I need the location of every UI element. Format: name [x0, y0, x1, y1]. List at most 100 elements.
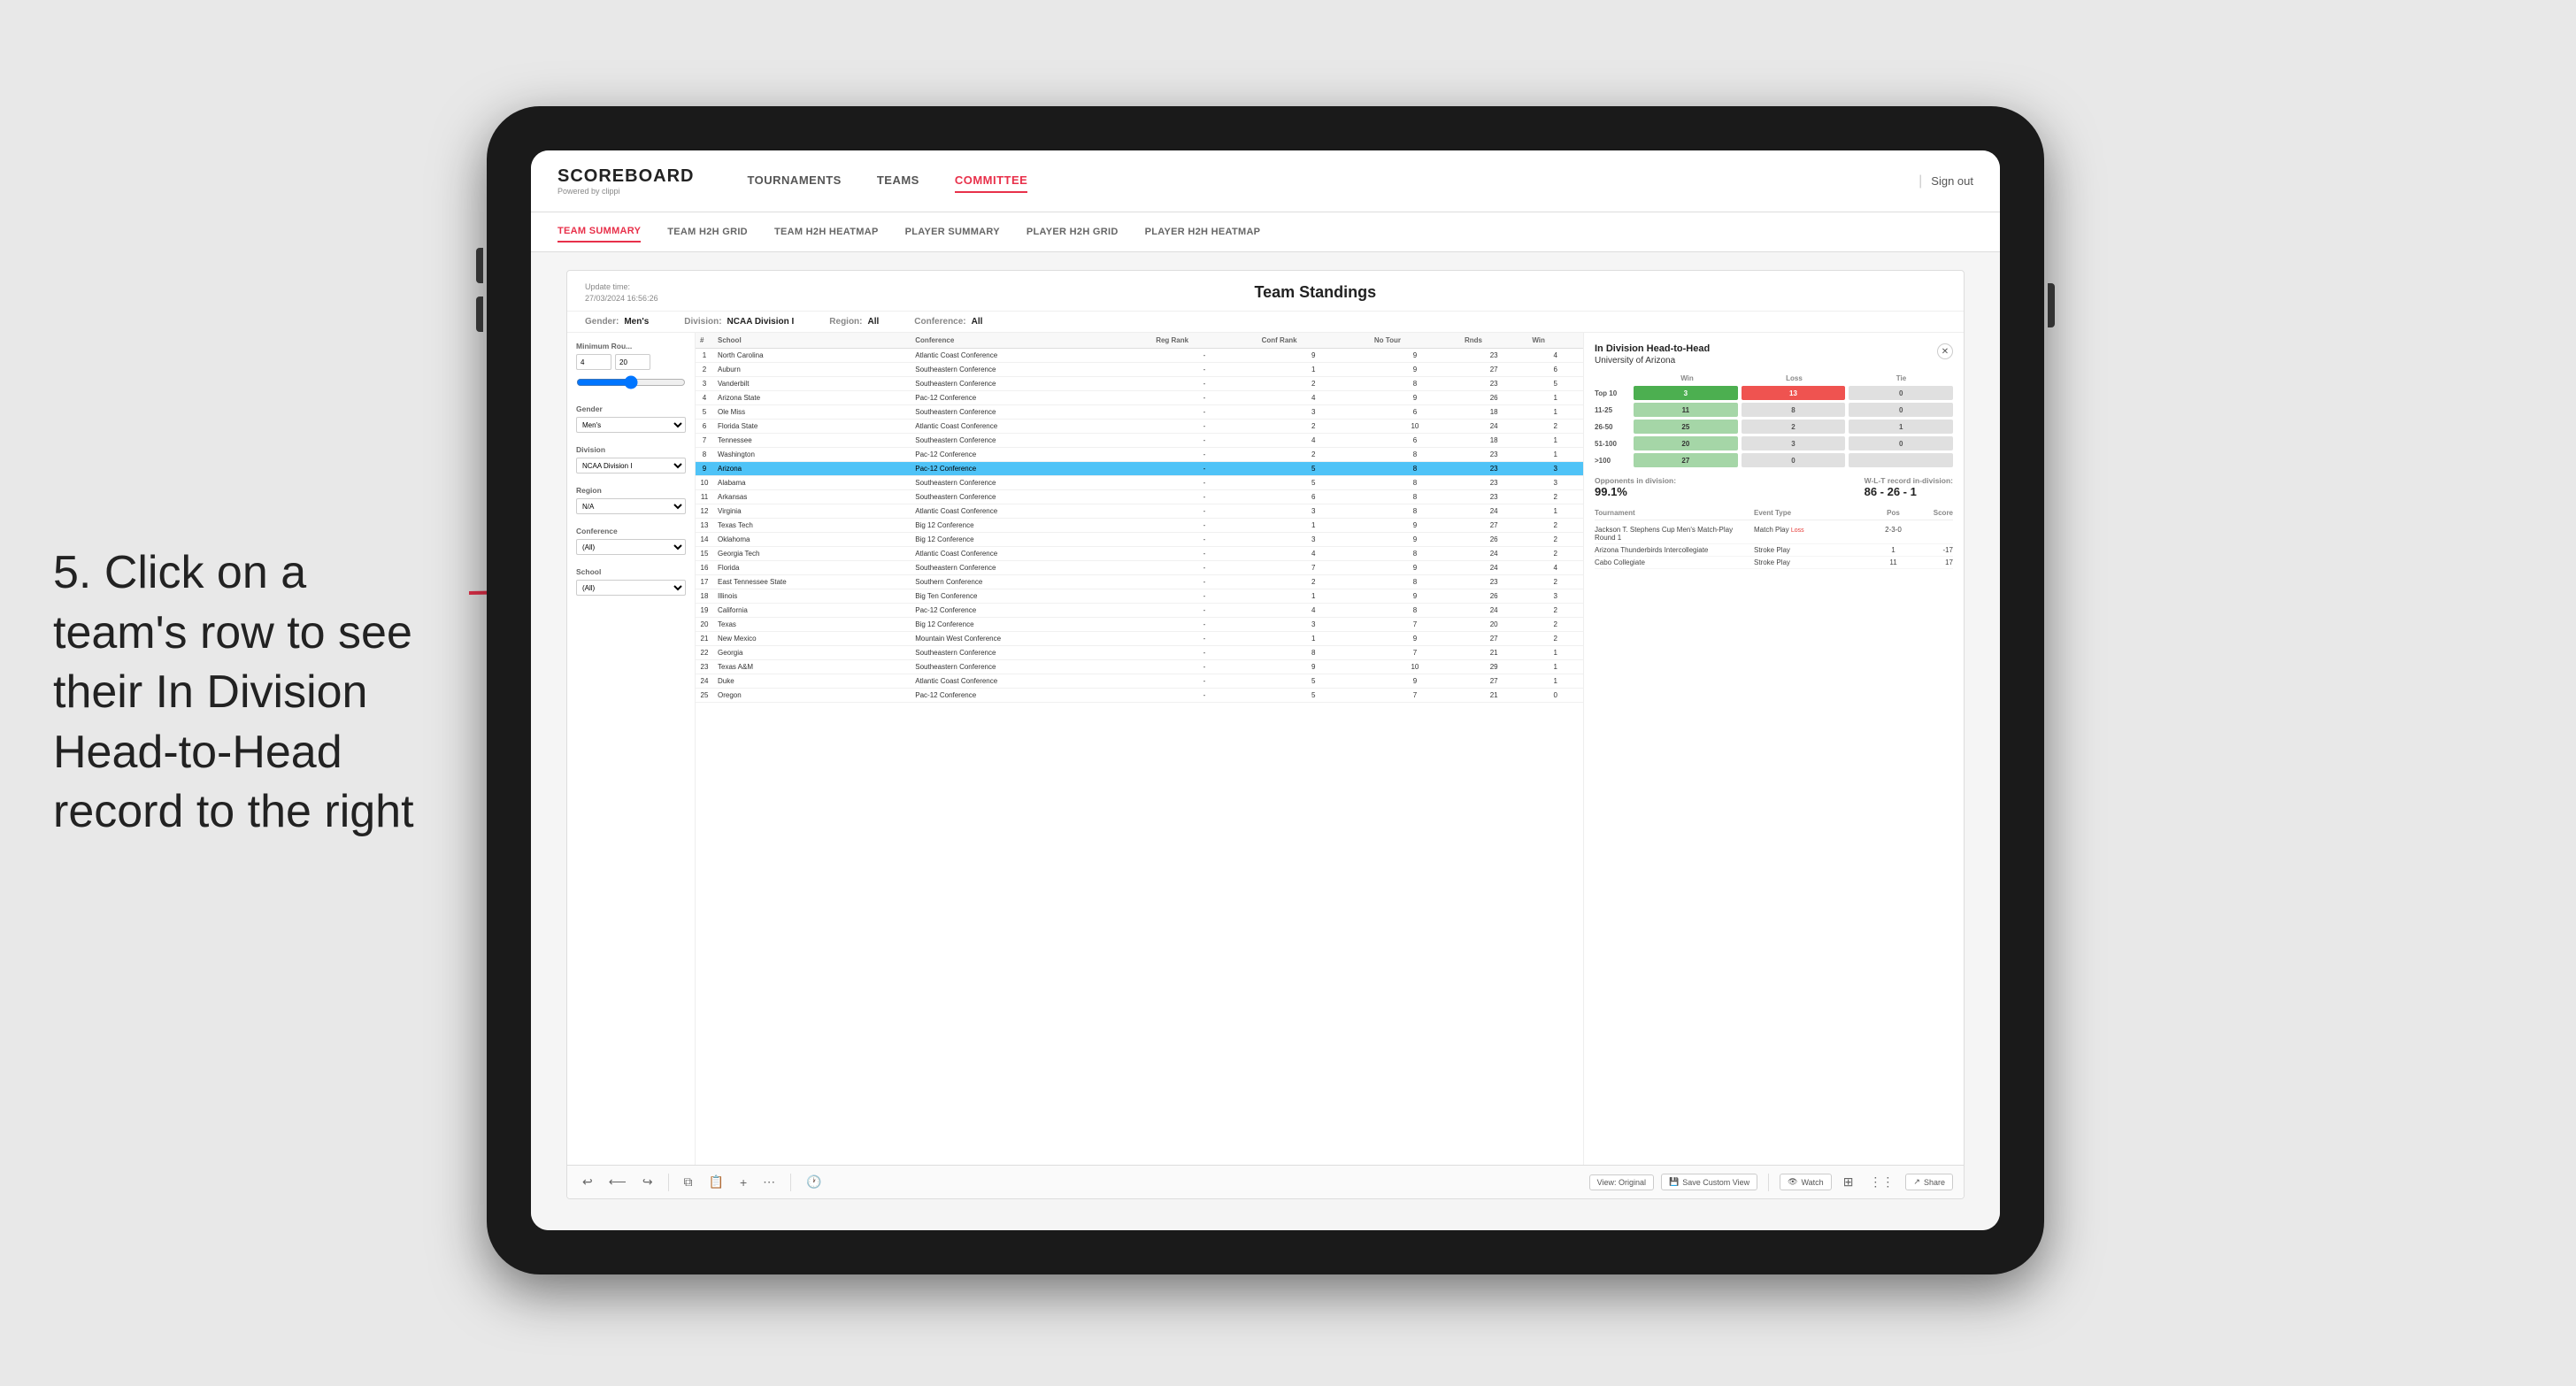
h2h-close-button[interactable]: ✕: [1937, 343, 1953, 359]
table-row[interactable]: 13 Texas Tech Big 12 Conference - 1 9 27…: [696, 519, 1583, 533]
table-row[interactable]: 25 Oregon Pac-12 Conference - 5 7 21 0: [696, 689, 1583, 703]
watch-button[interactable]: 👁 Watch: [1780, 1174, 1832, 1190]
nav-committee[interactable]: COMMITTEE: [955, 169, 1028, 193]
table-row[interactable]: 3 Vanderbilt Southeastern Conference - 2…: [696, 377, 1583, 391]
table-row[interactable]: 16 Florida Southeastern Conference - 7 9…: [696, 561, 1583, 575]
table-row[interactable]: 19 California Pac-12 Conference - 4 8 24…: [696, 604, 1583, 618]
panel-title: Team Standings: [685, 283, 1946, 302]
subnav-player-h2h-grid[interactable]: PLAYER H2H GRID: [1027, 222, 1119, 242]
table-row[interactable]: 22 Georgia Southeastern Conference - 8 7…: [696, 646, 1583, 660]
table-row[interactable]: 12 Virginia Atlantic Coast Conference - …: [696, 504, 1583, 519]
save-custom-view-button[interactable]: 💾 Save Custom View: [1661, 1174, 1757, 1190]
instruction-block: 5. Click on a team's row to see their In…: [53, 543, 414, 843]
division-section: Division NCAA Division I: [576, 445, 686, 474]
table-row[interactable]: 10 Alabama Southeastern Conference - 5 8…: [696, 476, 1583, 490]
paste-button[interactable]: 📋: [704, 1172, 728, 1192]
tour-row-1[interactable]: Arizona Thunderbirds Intercollegiate Str…: [1595, 544, 1953, 557]
cell-reg-rank: -: [1151, 490, 1257, 504]
table-row[interactable]: 7 Tennessee Southeastern Conference - 4 …: [696, 434, 1583, 448]
school-select[interactable]: (All): [576, 580, 686, 596]
h2h-range-top10: Top 10: [1595, 389, 1630, 397]
division-filter: Division: NCAA Division I: [684, 317, 794, 327]
share-button[interactable]: ↗ Share: [1905, 1174, 1953, 1190]
cell-rnds: 23: [1460, 448, 1527, 462]
cell-reg-rank: -: [1151, 349, 1257, 363]
gender-select[interactable]: Men's: [576, 417, 686, 433]
table-row[interactable]: 24 Duke Atlantic Coast Conference - 5 9 …: [696, 674, 1583, 689]
min-rounds-slider[interactable]: [576, 375, 686, 389]
gender-filter: Gender: Men's: [585, 317, 649, 327]
table-row[interactable]: 23 Texas A&M Southeastern Conference - 9…: [696, 660, 1583, 674]
table-row[interactable]: 17 East Tennessee State Southern Confere…: [696, 575, 1583, 589]
view-original-button[interactable]: View: Original: [1589, 1174, 1654, 1190]
cell-no-tour: 6: [1370, 405, 1460, 420]
grid-button[interactable]: ⋮⋮: [1865, 1172, 1898, 1192]
h2h-wlt-stat: W-L-T record in-division: 86 - 26 - 1: [1865, 476, 1953, 498]
cell-win: 2: [1527, 519, 1583, 533]
subnav-player-summary[interactable]: PLAYER SUMMARY: [905, 222, 1000, 242]
clock-button[interactable]: 🕐: [802, 1172, 826, 1192]
cell-reg-rank: -: [1151, 660, 1257, 674]
sign-out-link[interactable]: Sign out: [1931, 174, 1973, 188]
cell-conference: Southeastern Conference: [911, 377, 1151, 391]
nav-teams[interactable]: TEAMS: [877, 169, 919, 193]
tour-name-2: Cabo Collegiate: [1595, 558, 1754, 566]
layout-button[interactable]: ⊞: [1839, 1172, 1858, 1192]
min-rounds-label: Minimum Rou...: [576, 342, 686, 350]
table-row[interactable]: 1 North Carolina Atlantic Coast Conferen…: [696, 349, 1583, 363]
cell-win: 4: [1527, 561, 1583, 575]
cell-rank: 13: [696, 519, 713, 533]
cell-win: 1: [1527, 448, 1583, 462]
cell-conference: Big 12 Conference: [911, 519, 1151, 533]
min-rounds-min-input[interactable]: [576, 354, 611, 370]
table-row[interactable]: 4 Arizona State Pac-12 Conference - 4 9 …: [696, 391, 1583, 405]
more-button[interactable]: ⋯: [758, 1172, 780, 1192]
h2h-header-text: In Division Head-to-Head University of A…: [1595, 343, 1710, 374]
table-row[interactable]: 20 Texas Big 12 Conference - 3 7 20 2: [696, 618, 1583, 632]
cell-rnds: 23: [1460, 476, 1527, 490]
redo-left-button[interactable]: ⟵: [604, 1172, 631, 1192]
undo-button[interactable]: ↩: [578, 1172, 597, 1192]
cell-school: New Mexico: [713, 632, 911, 646]
cell-school: Illinois: [713, 589, 911, 604]
cell-conference: Atlantic Coast Conference: [911, 547, 1151, 561]
min-rounds-max-input[interactable]: [615, 354, 650, 370]
redo-right-button[interactable]: ↪: [638, 1172, 657, 1192]
logo-text: SCOREBOARD: [557, 166, 694, 187]
table-row[interactable]: 9 Arizona Pac-12 Conference - 5 8 23 3: [696, 462, 1583, 476]
tour-row-0[interactable]: Jackson T. Stephens Cup Men's Match-Play…: [1595, 524, 1953, 544]
cell-win: 2: [1527, 547, 1583, 561]
table-row[interactable]: 11 Arkansas Southeastern Conference - 6 …: [696, 490, 1583, 504]
table-row[interactable]: 6 Florida State Atlantic Coast Conferenc…: [696, 420, 1583, 434]
cell-win: 1: [1527, 660, 1583, 674]
cell-conf-rank: 5: [1257, 476, 1370, 490]
table-row[interactable]: 2 Auburn Southeastern Conference - 1 9 2…: [696, 363, 1583, 377]
table-row[interactable]: 18 Illinois Big Ten Conference - 1 9 26 …: [696, 589, 1583, 604]
separator-2: [790, 1174, 791, 1191]
nav-tournaments[interactable]: TOURNAMENTS: [747, 169, 841, 193]
tour-row-2[interactable]: Cabo Collegiate Stroke Play 11 17: [1595, 557, 1953, 569]
cell-conf-rank: 5: [1257, 674, 1370, 689]
conference-select[interactable]: (All): [576, 539, 686, 555]
copy-button[interactable]: ⧉: [680, 1172, 697, 1192]
cell-rnds: 27: [1460, 674, 1527, 689]
subnav-team-summary[interactable]: TEAM SUMMARY: [557, 221, 641, 243]
subnav-player-h2h-heatmap[interactable]: PLAYER H2H HEATMAP: [1145, 222, 1261, 242]
subnav-team-h2h-heatmap[interactable]: TEAM H2H HEATMAP: [774, 222, 879, 242]
subnav-team-h2h-grid[interactable]: TEAM H2H GRID: [667, 222, 748, 242]
cell-rnds: 27: [1460, 363, 1527, 377]
cell-no-tour: 6: [1370, 434, 1460, 448]
cell-rnds: 24: [1460, 561, 1527, 575]
table-row[interactable]: 14 Oklahoma Big 12 Conference - 3 9 26 2: [696, 533, 1583, 547]
table-row[interactable]: 8 Washington Pac-12 Conference - 2 8 23 …: [696, 448, 1583, 462]
cell-reg-rank: -: [1151, 462, 1257, 476]
division-select[interactable]: NCAA Division I: [576, 458, 686, 474]
add-button[interactable]: +: [735, 1173, 751, 1192]
separator-1: [668, 1174, 669, 1191]
region-select[interactable]: N/A: [576, 498, 686, 514]
cell-no-tour: 10: [1370, 420, 1460, 434]
table-row[interactable]: 5 Ole Miss Southeastern Conference - 3 6…: [696, 405, 1583, 420]
h2h-opponents-value: 99.1%: [1595, 485, 1676, 498]
table-row[interactable]: 21 New Mexico Mountain West Conference -…: [696, 632, 1583, 646]
table-row[interactable]: 15 Georgia Tech Atlantic Coast Conferenc…: [696, 547, 1583, 561]
